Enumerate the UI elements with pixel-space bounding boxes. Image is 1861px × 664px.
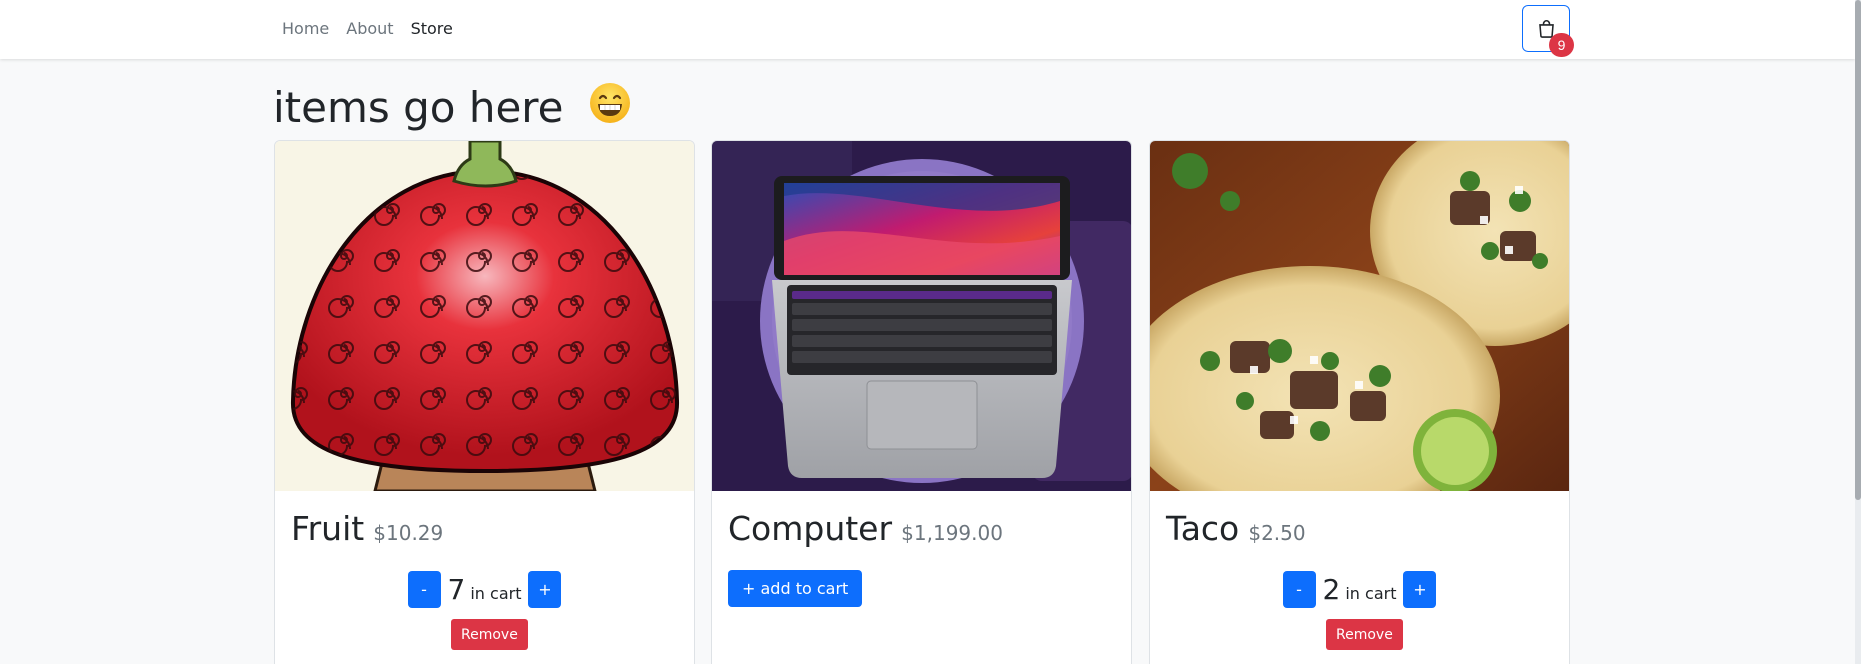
product-name: Fruit	[291, 509, 365, 548]
nav-links: Home About Store	[282, 19, 453, 38]
product-title: Fruit $10.29	[291, 509, 443, 548]
decrease-quantity-button[interactable]: -	[407, 571, 441, 608]
product-title: Computer $1,199.00	[728, 509, 1003, 548]
product-name: Taco	[1166, 509, 1240, 548]
quantity-count: 2	[1322, 573, 1341, 606]
quantity-display: 2 in cart	[1323, 573, 1397, 606]
decrease-quantity-button[interactable]: -	[1282, 571, 1316, 608]
cart-count-badge: 9	[1549, 33, 1574, 57]
vertical-scrollbar[interactable]	[1855, 0, 1861, 664]
quantity-count: 7	[447, 573, 466, 606]
navbar: Home About Store 9	[0, 0, 1855, 59]
fruit-image	[275, 141, 694, 491]
product-card-taco: Taco $2.50 - 2 in cart + Remove	[1149, 140, 1570, 664]
in-cart-label: in cart	[1345, 584, 1397, 603]
quantity-controls: - 2 in cart +	[1150, 571, 1569, 608]
product-price: $10.29	[373, 521, 444, 545]
product-card-fruit: Fruit $10.29 - 7 in cart + Remove	[274, 140, 695, 664]
product-name: Computer	[728, 509, 893, 548]
cart-button[interactable]: 9	[1522, 5, 1574, 57]
increase-quantity-button[interactable]: +	[528, 571, 562, 608]
computer-image	[712, 141, 1131, 491]
product-price: $2.50	[1248, 521, 1306, 545]
product-card-computer: Computer $1,199.00 + add to cart	[711, 140, 1132, 664]
quantity-controls: - 7 in cart +	[275, 571, 694, 608]
grinning-face-icon	[589, 82, 631, 134]
page-title: items go here	[273, 82, 631, 137]
nav-link-store[interactable]: Store	[411, 19, 453, 38]
increase-quantity-button[interactable]: +	[1403, 571, 1437, 608]
remove-button[interactable]: Remove	[1326, 619, 1403, 650]
nav-link-about[interactable]: About	[346, 19, 393, 38]
remove-button[interactable]: Remove	[451, 619, 528, 650]
quantity-display: 7 in cart	[448, 573, 522, 606]
nav-link-home[interactable]: Home	[282, 19, 329, 38]
add-to-cart-button[interactable]: + add to cart	[728, 570, 863, 607]
scrollbar-thumb[interactable]	[1855, 0, 1861, 500]
in-cart-label: in cart	[470, 584, 522, 603]
product-title: Taco $2.50	[1166, 509, 1306, 548]
taco-image	[1150, 141, 1569, 491]
product-price: $1,199.00	[901, 521, 1003, 545]
page-title-text: items go here	[273, 83, 564, 132]
